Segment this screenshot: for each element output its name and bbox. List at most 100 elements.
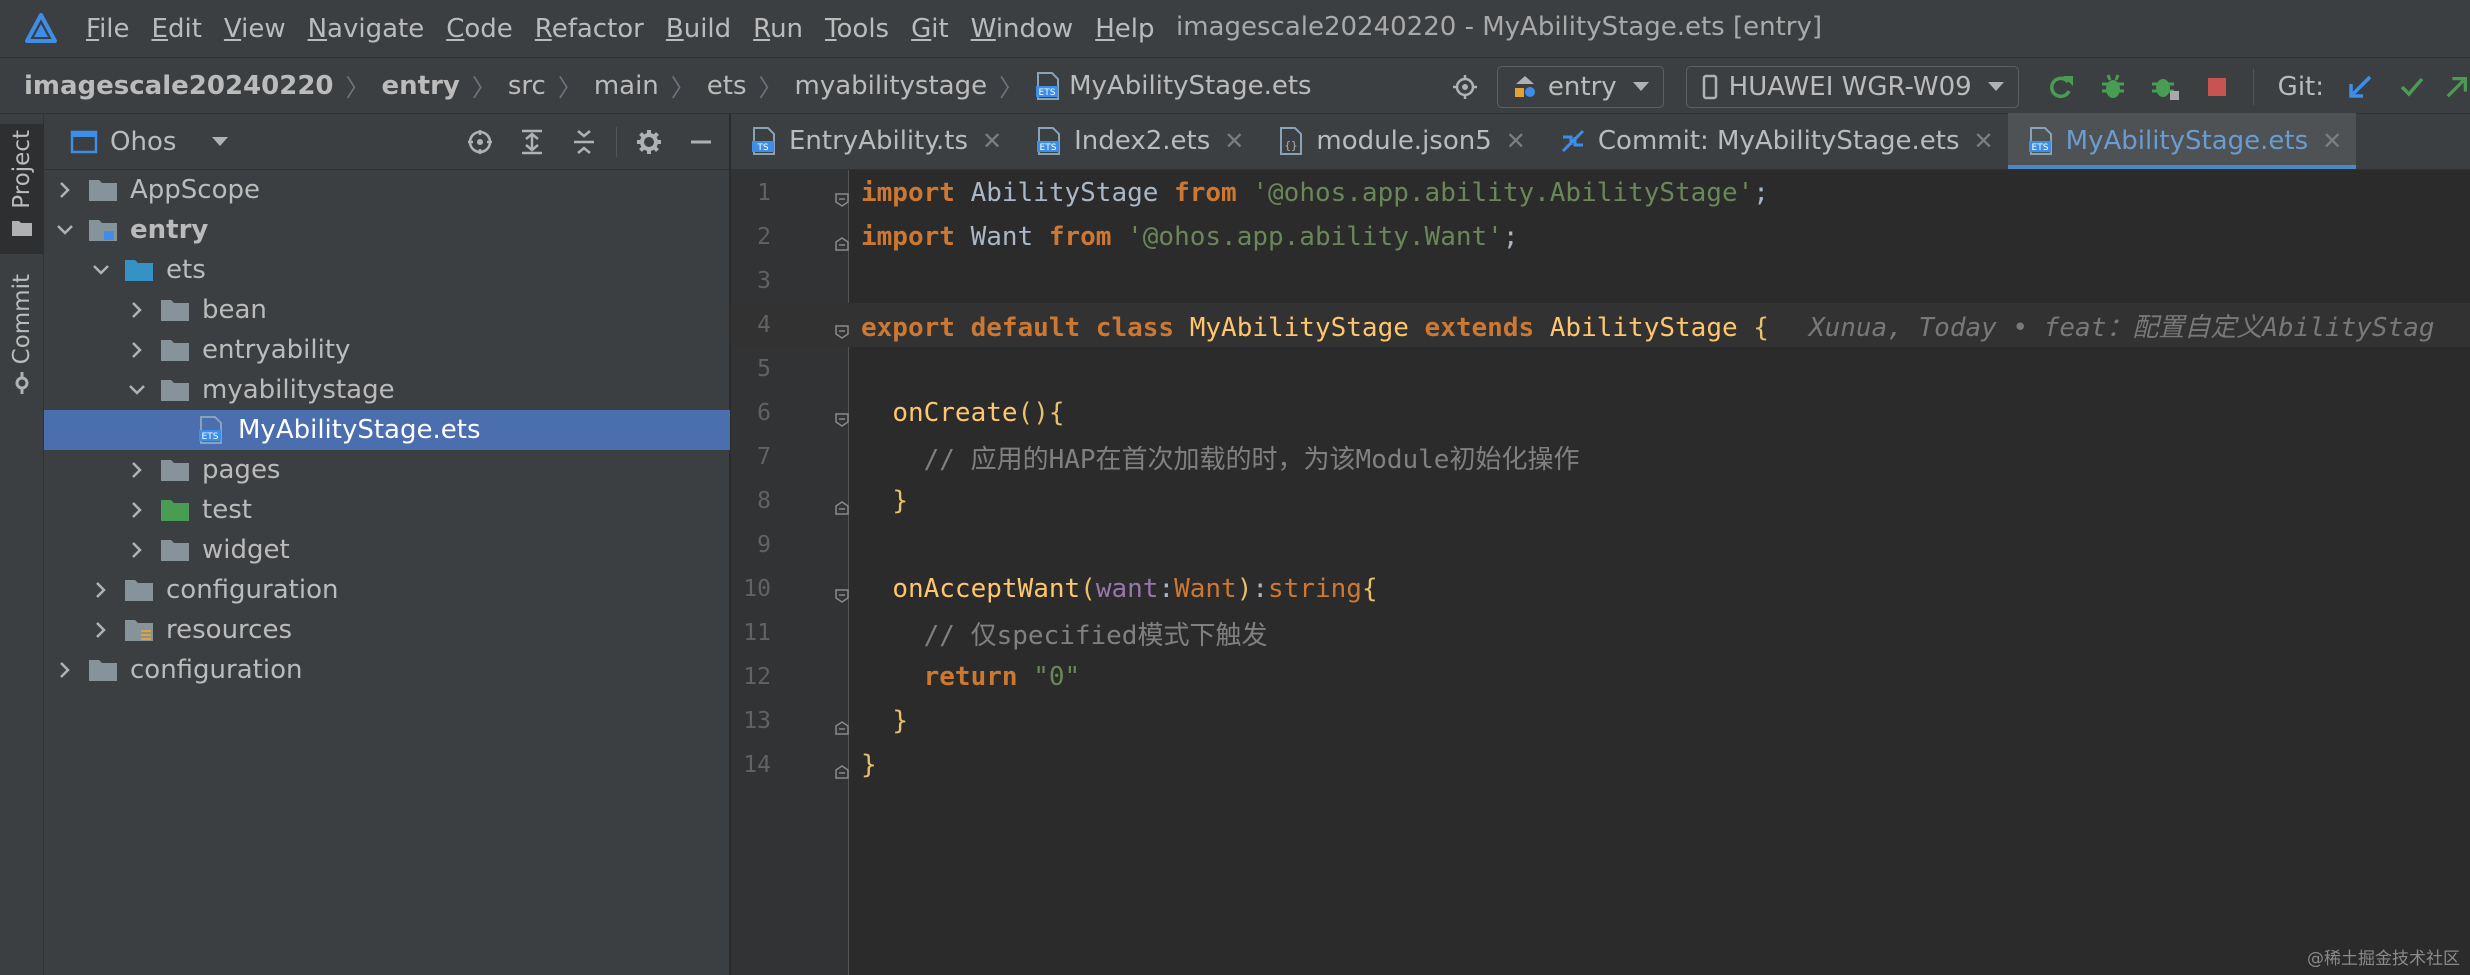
fold-marker-icon[interactable] — [834, 405, 850, 427]
tree-item-resources[interactable]: resources — [44, 610, 730, 650]
close-icon[interactable]: ✕ — [982, 127, 1002, 155]
gear-icon[interactable] — [629, 122, 669, 162]
code-line[interactable]: 10 onAcceptWant(want:Want):string{ — [731, 567, 2470, 611]
menu-edit[interactable]: Edit — [152, 14, 202, 44]
chevron-right-icon[interactable] — [128, 330, 146, 370]
code-token: MyAbilityStage — [1189, 312, 1409, 343]
chevron-down-icon[interactable] — [128, 370, 146, 410]
menu-window[interactable]: Window — [971, 14, 1074, 44]
breadcrumb-item[interactable]: src — [508, 71, 546, 101]
collapse-all-icon[interactable] — [564, 122, 604, 162]
chevron-right-icon[interactable] — [92, 570, 110, 610]
git-update-icon[interactable] — [2340, 67, 2380, 107]
editor-tab[interactable]: ETS MyAbilityStage.ets ✕ — [2007, 113, 2357, 169]
chevron-right-icon[interactable] — [128, 450, 146, 490]
fold-marker-icon[interactable] — [834, 713, 850, 735]
project-tool-tab[interactable]: Project — [0, 124, 44, 254]
module-selector[interactable]: entry — [1496, 65, 1664, 108]
code-line[interactable]: 1 import AbilityStage from '@ohos.app.abi… — [731, 171, 2470, 215]
menu-navigate[interactable]: Navigate — [308, 14, 425, 44]
git-commit-icon[interactable] — [2392, 67, 2432, 107]
chevron-right-icon[interactable] — [128, 530, 146, 570]
menu-refactor[interactable]: Refactor — [535, 14, 644, 44]
code-line[interactable]: 8 } — [731, 479, 2470, 523]
breadcrumb-item[interactable]: main — [594, 71, 659, 101]
menu-code[interactable]: Code — [446, 14, 513, 44]
tree-item-test[interactable]: test — [44, 490, 730, 530]
attach-debugger-icon[interactable] — [2145, 67, 2185, 107]
breadcrumb-item[interactable]: ets — [707, 71, 747, 101]
code-line[interactable]: 11 // 仅specified模式下触发 — [731, 611, 2470, 655]
tree-item-pages[interactable]: pages — [44, 450, 730, 490]
breadcrumb-item[interactable]: MyAbilityStage.ets — [1069, 71, 1312, 101]
chevron-right-icon[interactable] — [128, 290, 146, 330]
module-folder-icon — [88, 217, 118, 243]
tree-item-myabilitystage-ets[interactable]: ETS MyAbilityStage.ets — [44, 410, 730, 450]
breadcrumb-item[interactable]: entry — [382, 71, 460, 101]
menu-build[interactable]: Build — [666, 14, 731, 44]
code-line[interactable]: 7 // 应用的HAP在首次加载的时，为该Module初始化操作 — [731, 435, 2470, 479]
fold-marker-icon[interactable] — [834, 757, 850, 779]
tree-item-widget[interactable]: widget — [44, 530, 730, 570]
chevron-right-icon[interactable] — [92, 610, 110, 650]
chevron-right-icon[interactable] — [128, 490, 146, 530]
line-number: 2 — [757, 224, 771, 250]
code-line[interactable]: 5 — [731, 347, 2470, 391]
expand-all-icon[interactable] — [512, 122, 552, 162]
tree-item-configuration[interactable]: configuration — [44, 570, 730, 610]
code-line[interactable]: 14} — [731, 743, 2470, 787]
menu-view[interactable]: View — [224, 14, 286, 44]
tree-item-myabilitystage[interactable]: myabilitystage — [44, 370, 730, 410]
menu-run[interactable]: Run — [753, 14, 803, 44]
code-line[interactable]: 2 import Want from '@ohos.app.ability.Wan… — [731, 215, 2470, 259]
fold-marker-icon[interactable] — [834, 493, 850, 515]
chevron-right-icon[interactable] — [56, 170, 74, 210]
editor-tab[interactable]: {} module.json5 ✕ — [1258, 113, 1540, 169]
tree-item-configuration[interactable]: configuration — [44, 650, 730, 690]
tree-item-entryability[interactable]: entryability — [44, 330, 730, 370]
code-line[interactable]: 13 } — [731, 699, 2470, 743]
stop-icon[interactable] — [2197, 67, 2237, 107]
chevron-down-icon[interactable] — [92, 250, 110, 290]
close-icon[interactable]: ✕ — [1506, 127, 1526, 155]
rerun-icon[interactable] — [2041, 67, 2081, 107]
code-line[interactable]: 9 — [731, 523, 2470, 567]
code-line[interactable]: 12 return "0" — [731, 655, 2470, 699]
close-icon[interactable]: ✕ — [1224, 127, 1244, 155]
fold-marker-icon[interactable] — [834, 581, 850, 603]
chevron-down-icon[interactable] — [56, 210, 74, 250]
menu-tools[interactable]: Tools — [825, 14, 889, 44]
tree-item-entry[interactable]: entry — [44, 210, 730, 250]
menu-help[interactable]: Help — [1095, 14, 1154, 44]
tree-item-bean[interactable]: bean — [44, 290, 730, 330]
debug-icon[interactable] — [2093, 67, 2133, 107]
commit-tool-tab[interactable]: Commit — [0, 274, 44, 404]
fold-marker-icon[interactable] — [834, 229, 850, 251]
editor-tab[interactable]: TS EntryAbility.ts ✕ — [731, 113, 1016, 169]
hide-panel-icon[interactable] — [681, 122, 721, 162]
device-selector[interactable]: HUAWEI WGR-W09 — [1685, 65, 2019, 108]
code-line[interactable]: 4 export default class MyAbilityStage ext… — [731, 303, 2470, 347]
close-icon[interactable]: ✕ — [1974, 127, 1994, 155]
project-view-selector[interactable]: Ohos — [44, 127, 229, 157]
menu-file[interactable]: File — [86, 14, 130, 44]
tree-item-ets[interactable]: ets — [44, 250, 730, 290]
code-editor[interactable]: 1 import AbilityStage from '@ohos.app.abi… — [731, 170, 2470, 975]
git-push-icon[interactable] — [2444, 67, 2470, 107]
close-icon[interactable]: ✕ — [2322, 127, 2342, 155]
menu-git[interactable]: Git — [911, 14, 949, 44]
code-line[interactable]: 6 onCreate(){ — [731, 391, 2470, 435]
code-line[interactable]: 3 — [731, 259, 2470, 303]
fold-marker-icon[interactable] — [834, 317, 850, 339]
breadcrumb-item[interactable]: myabilitystage — [795, 71, 988, 101]
editor-tab[interactable]: ETS Index2.ets ✕ — [1016, 113, 1258, 169]
chevron-right-icon[interactable] — [56, 650, 74, 690]
locate-icon[interactable] — [1445, 67, 1485, 107]
fold-marker-icon[interactable] — [834, 185, 850, 207]
tree-item-appscope[interactable]: AppScope — [44, 170, 730, 210]
breadcrumb-item[interactable]: imagescale20240220 — [24, 71, 334, 101]
select-opened-file-icon[interactable] — [460, 122, 500, 162]
editor-tab[interactable]: Commit: MyAbilityStage.ets ✕ — [1540, 113, 2008, 169]
